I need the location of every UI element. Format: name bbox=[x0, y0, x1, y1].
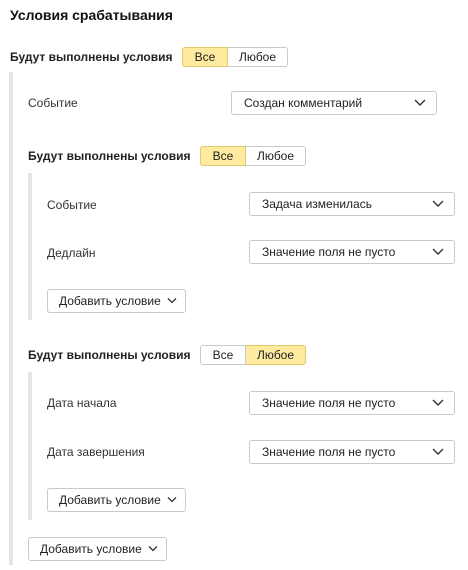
group-a-option-all[interactable]: Все bbox=[200, 146, 246, 166]
root-group-label: Будут выполнены условия bbox=[10, 50, 173, 64]
group-b-label: Будут выполнены условия bbox=[28, 348, 191, 362]
root-condition-label: Событие bbox=[28, 96, 78, 110]
group-a-condition-1-label: Событие bbox=[47, 198, 97, 212]
group-b-condition-2-select[interactable]: Значение поля не пусто bbox=[249, 440, 455, 464]
group-a-condition-1-select[interactable]: Задача изменилась bbox=[249, 192, 455, 216]
chevron-down-icon bbox=[432, 399, 444, 406]
group-b-option-any[interactable]: Любое bbox=[246, 345, 306, 365]
group-a-label: Будут выполнены условия bbox=[28, 149, 191, 163]
group-b-condition-1-select[interactable]: Значение поля не пусто bbox=[249, 391, 455, 415]
group-b-condition-1-label: Дата начала bbox=[47, 396, 117, 410]
group-b-option-all[interactable]: Все bbox=[200, 345, 246, 365]
root-group-bar bbox=[9, 72, 13, 565]
chevron-down-icon bbox=[432, 248, 444, 255]
chevron-down-icon bbox=[414, 99, 426, 106]
root-group-toggle: Все Любое bbox=[182, 47, 288, 67]
section-title: Условия срабатывания bbox=[10, 7, 173, 23]
root-condition-value: Создан комментарий bbox=[244, 96, 363, 110]
root-add-condition-button[interactable]: Добавить условие bbox=[28, 537, 167, 561]
group-a-condition-2-label: Дедлайн bbox=[47, 246, 96, 260]
chevron-down-icon bbox=[167, 298, 177, 304]
group-a-condition-1-value: Задача изменилась bbox=[262, 197, 372, 211]
group-b-add-condition-button[interactable]: Добавить условие bbox=[47, 488, 186, 512]
chevron-down-icon bbox=[432, 200, 444, 207]
group-a-condition-2-value: Значение поля не пусто bbox=[262, 245, 396, 259]
group-b-condition-2-value: Значение поля не пусто bbox=[262, 445, 396, 459]
root-option-any: Любое bbox=[228, 47, 288, 67]
root-add-condition-label: Добавить условие bbox=[40, 542, 142, 556]
group-a-add-condition-button[interactable]: Добавить условие bbox=[47, 289, 186, 313]
group-a-add-condition-label: Добавить условие bbox=[59, 294, 161, 308]
root-option-all[interactable]: Все bbox=[182, 47, 228, 67]
group-b-toggle: Все Любое bbox=[200, 345, 306, 365]
root-condition-select[interactable]: Создан комментарий bbox=[231, 91, 437, 115]
group-b-add-condition-label: Добавить условие bbox=[59, 493, 161, 507]
group-a-option-any[interactable]: Любое bbox=[246, 146, 306, 166]
group-b-condition-2-label: Дата завершения bbox=[47, 445, 145, 459]
chevron-down-icon bbox=[148, 546, 158, 552]
chevron-down-icon bbox=[167, 497, 177, 503]
group-a-bar bbox=[28, 173, 32, 320]
group-a-condition-2-select[interactable]: Значение поля не пусто bbox=[249, 240, 455, 264]
chevron-down-icon bbox=[432, 448, 444, 455]
group-b-bar bbox=[28, 372, 32, 520]
group-a-toggle: Все Любое bbox=[200, 146, 306, 166]
group-b-condition-1-value: Значение поля не пусто bbox=[262, 396, 396, 410]
